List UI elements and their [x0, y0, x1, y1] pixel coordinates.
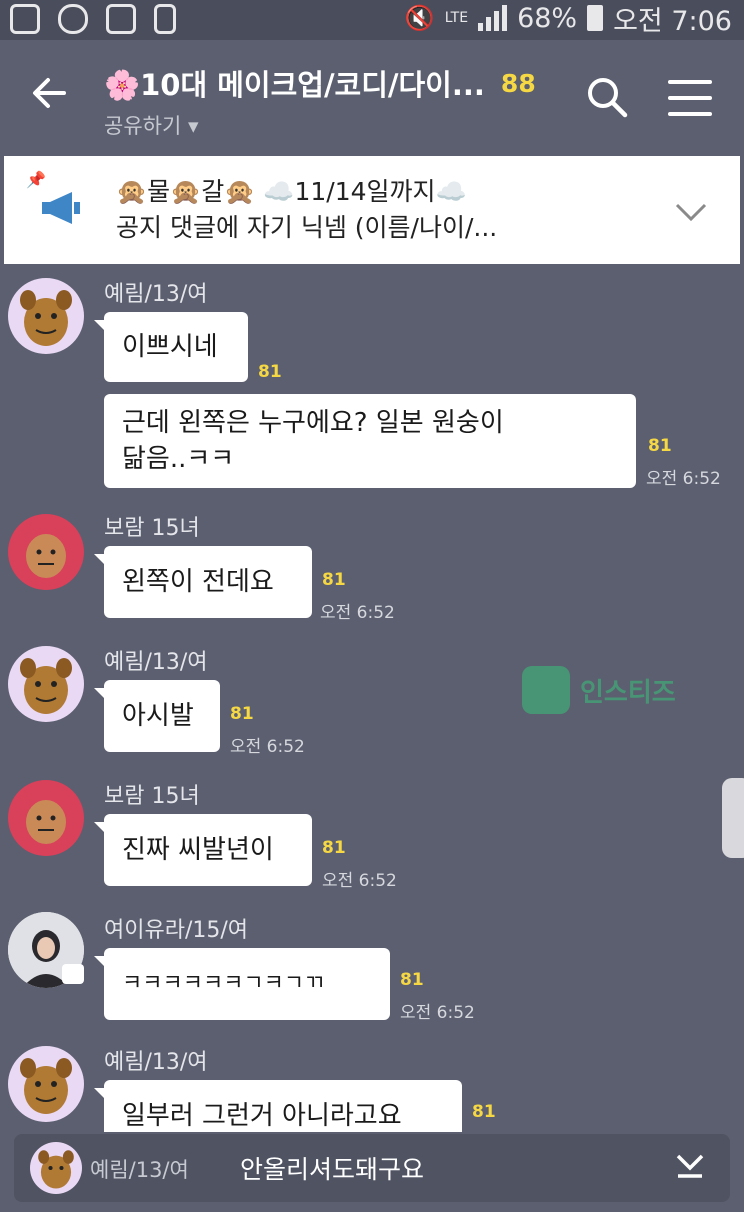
message-bubble[interactable]: 왼쪽이 전데요: [94, 546, 312, 618]
sender-name: 예림/13/여: [104, 1050, 208, 1075]
back-button[interactable]: [30, 74, 68, 120]
muzi-character-icon: [20, 658, 72, 714]
avatar[interactable]: [8, 780, 84, 856]
pill-icon: [58, 4, 88, 34]
hamburger-icon: [668, 80, 712, 84]
status-bar: 🔇 LTE 68% 오전 7:06: [0, 0, 744, 40]
chat-header: 🌸10대 메이크업/코디/다이... 88 공유하기 ▾: [0, 40, 744, 152]
unread-count: 81: [322, 570, 346, 590]
unread-count: 81: [230, 704, 254, 724]
notice-line-2: 공지 댓글에 자기 닉넴 (이름/나이/...: [116, 213, 498, 242]
message-time: 오전 6:52: [230, 737, 305, 757]
unread-count: 81: [472, 1102, 496, 1122]
chat-title-area[interactable]: 🌸10대 메이크업/코디/다이... 88 공유하기 ▾: [104, 62, 536, 140]
preview-sender: 예림/13/여: [90, 1158, 189, 1182]
sender-name: 예림/13/여: [104, 282, 208, 307]
message-time: 오전 6:52: [320, 603, 395, 623]
message-bubble[interactable]: 일부러 그런거 아니라고요: [94, 1080, 462, 1132]
avatar: [30, 1142, 82, 1194]
notification-icon: [10, 4, 40, 34]
avatar[interactable]: [8, 278, 84, 354]
preview-text: 안올리셔도돼구요: [240, 1155, 425, 1184]
sender-name: 여이유라/15/여: [104, 918, 249, 943]
new-message-preview[interactable]: 예림/13/여 안올리셔도돼구요: [14, 1134, 730, 1202]
clock: 오전 7:06: [613, 5, 732, 37]
sender-name: 예림/13/여: [104, 650, 208, 675]
chevron-down-icon[interactable]: [674, 196, 708, 229]
unread-count: 81: [400, 970, 424, 990]
message-bubble[interactable]: 근데 왼쪽은 누구에요? 일본 원숭이 닮음..ㅋㅋ: [104, 394, 636, 488]
sender-name: 보람 15녀: [104, 516, 200, 541]
message-bubble[interactable]: ㅋㅋㅋㅋㅋㅋㄱㅋㄱㄲ: [94, 948, 390, 1020]
message-bubble[interactable]: 진짜 씨발년이: [94, 814, 312, 886]
chat-title: 🌸10대 메이크업/코디/다이...: [104, 68, 485, 102]
apeach-character-icon: [26, 534, 66, 578]
signal-icon: [478, 5, 508, 31]
megaphone-icon: [42, 192, 80, 224]
network-label: LTE: [444, 10, 469, 26]
apeach-character-icon: [26, 800, 66, 844]
avatar[interactable]: [8, 514, 84, 590]
arrow-left-icon: [33, 78, 66, 108]
watermark-text: 인스티즈: [580, 677, 676, 708]
gallery-icon: [106, 4, 136, 34]
muzi-character-icon: [38, 1150, 74, 1189]
message-time: 오전 6:52: [322, 871, 397, 891]
profile-badge-icon: [62, 964, 84, 984]
sender-name: 보람 15녀: [104, 784, 200, 809]
message-time: 오전 6:52: [400, 1003, 475, 1023]
avatar[interactable]: [8, 1046, 84, 1122]
menu-button[interactable]: [668, 80, 712, 116]
share-dropdown[interactable]: 공유하기 ▾: [104, 110, 536, 140]
watermark: 인스티즈: [522, 666, 676, 714]
watermark-logo-icon: [522, 666, 570, 714]
mute-icon: 🔇: [404, 4, 435, 32]
message-bubble[interactable]: 아시발: [94, 680, 220, 752]
avatar[interactable]: [8, 646, 84, 722]
chevron-down-bar-icon: [676, 1154, 704, 1178]
notice-banner[interactable]: 📌 🙊물🙊갈🙊 ☁️11/14일까지☁️ 공지 댓글에 자기 닉넴 (이름/나이…: [4, 156, 740, 264]
notice-line-1: 🙊물🙊갈🙊 ☁️11/14일까지☁️: [116, 177, 467, 206]
unread-count: 81: [322, 838, 346, 858]
scroll-to-bottom-button[interactable]: [674, 1150, 706, 1189]
message-bubble[interactable]: 이쁘시네: [94, 312, 248, 382]
muzi-character-icon: [20, 290, 72, 346]
battery-percent: 68%: [517, 2, 578, 34]
muzi-character-icon: [20, 1058, 72, 1114]
pin-icon: 📌: [26, 170, 46, 189]
member-count: 88: [500, 68, 536, 98]
search-button[interactable]: [584, 74, 630, 120]
search-icon: [588, 78, 628, 118]
battery-icon: [587, 5, 604, 31]
unread-count: 81: [648, 436, 672, 456]
message-time: 오전 6:52: [646, 469, 721, 489]
scroll-handle[interactable]: [722, 778, 744, 858]
phone-icon: [154, 4, 176, 34]
unread-count: 81: [258, 362, 282, 382]
